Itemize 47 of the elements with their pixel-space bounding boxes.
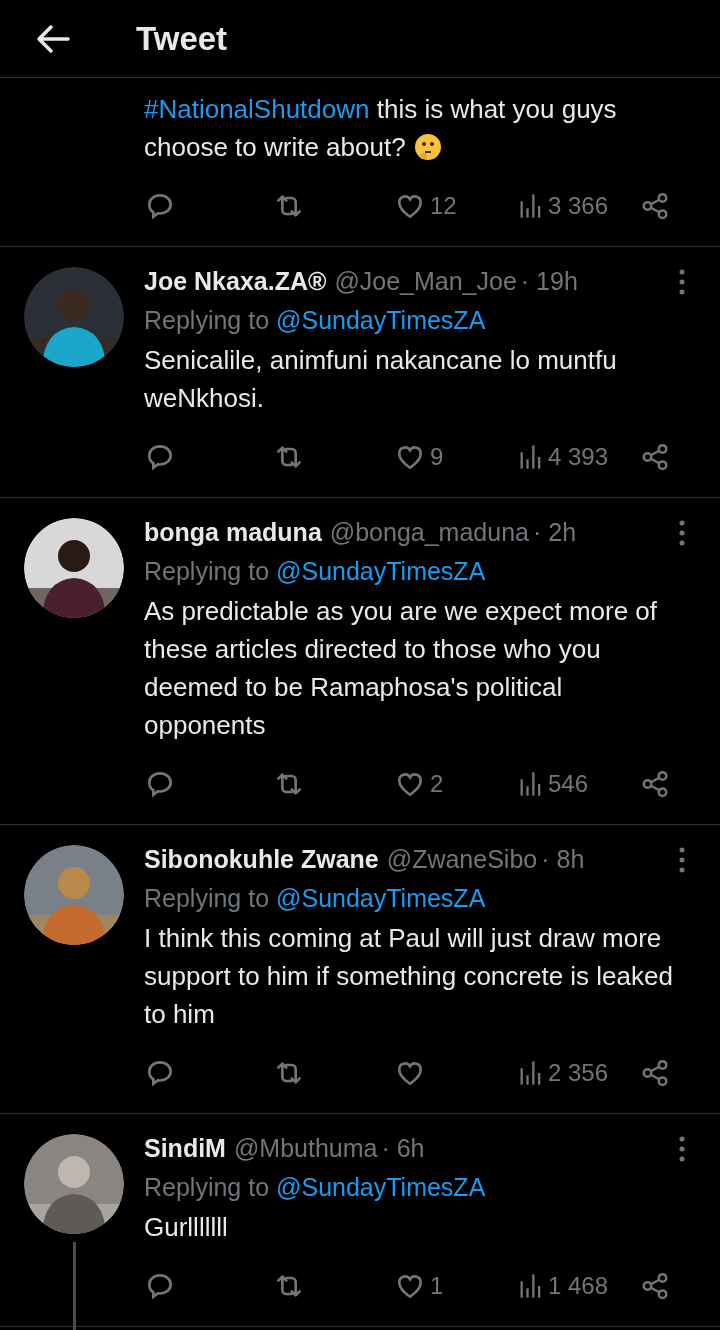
like-count: 2 bbox=[430, 769, 444, 799]
views-count: 4 393 bbox=[548, 442, 609, 472]
mention-link[interactable]: @SundayTimesZA bbox=[276, 1169, 486, 1207]
replying-label: Replying to bbox=[144, 305, 270, 337]
post-time: · 6h bbox=[381, 1133, 425, 1165]
hashtag-link[interactable]: #NationalShutdown bbox=[144, 94, 370, 124]
mention-link[interactable]: @SundayTimesZA bbox=[276, 302, 486, 340]
like-count: 9 bbox=[430, 442, 444, 472]
share-icon[interactable] bbox=[640, 769, 670, 799]
user-handle[interactable]: @Mbuthuma bbox=[233, 1130, 378, 1168]
views-count: 3 366 bbox=[548, 191, 609, 221]
more-icon[interactable] bbox=[678, 269, 686, 295]
user-handle[interactable]: @ZwaneSibo bbox=[386, 841, 538, 879]
mention-link[interactable]: @SundayTimesZA bbox=[276, 880, 486, 918]
replying-label: Replying to bbox=[144, 883, 270, 915]
user-name[interactable]: bonga maduna bbox=[144, 514, 322, 552]
tweet-text: I think this coming at Paul will just draw more support to him if something concrete is leaked to him bbox=[144, 922, 674, 1031]
more-icon[interactable] bbox=[678, 847, 686, 873]
views-count: 546 bbox=[548, 769, 589, 799]
share-icon[interactable] bbox=[640, 442, 670, 472]
user-handle[interactable]: @Joe_Man_Joe bbox=[334, 263, 517, 301]
mention-link[interactable]: @SundayTimesZA bbox=[276, 553, 486, 591]
views-count: 2 356 bbox=[548, 1058, 609, 1088]
tweet-text: Gurlllllll bbox=[144, 1211, 229, 1244]
more-icon[interactable] bbox=[678, 520, 686, 546]
share-icon[interactable] bbox=[640, 1058, 670, 1088]
more-icon[interactable] bbox=[678, 1136, 686, 1162]
tweet-text: Senicalile, animfuni nakancane lo muntfu weNkhosi. bbox=[144, 344, 618, 415]
user-name[interactable]: SindiM bbox=[144, 1130, 226, 1168]
share-icon[interactable] bbox=[640, 1271, 670, 1301]
tweet-text: As predictable as you are we expect more of these articles directed to those who you deemed to be Ramaphosa's political opponents bbox=[144, 595, 659, 742]
share-icon[interactable] bbox=[640, 191, 670, 221]
thinking-emoji-icon bbox=[413, 133, 442, 161]
views-count: 1 468 bbox=[548, 1271, 609, 1301]
user-handle[interactable]: @bonga_maduna bbox=[329, 514, 529, 552]
replying-label: Replying to bbox=[144, 556, 270, 588]
user-name[interactable]: Sibonokuhle Zwane bbox=[144, 841, 379, 879]
like-count: 1 bbox=[430, 1271, 444, 1301]
like-count: 12 bbox=[430, 191, 457, 221]
user-name[interactable]: Joe Nkaxa.ZA® bbox=[144, 263, 327, 301]
replying-label: Replying to bbox=[144, 1172, 270, 1204]
page-title: Tweet bbox=[136, 18, 228, 59]
post-time: · 2h bbox=[532, 517, 577, 549]
tweet-text: #NationalShutdown this is what you guys choose to write about? bbox=[144, 93, 618, 164]
post-time: · 19h bbox=[520, 266, 578, 298]
post-time: · 8h bbox=[541, 844, 585, 876]
back-arrow-icon[interactable] bbox=[36, 23, 70, 54]
